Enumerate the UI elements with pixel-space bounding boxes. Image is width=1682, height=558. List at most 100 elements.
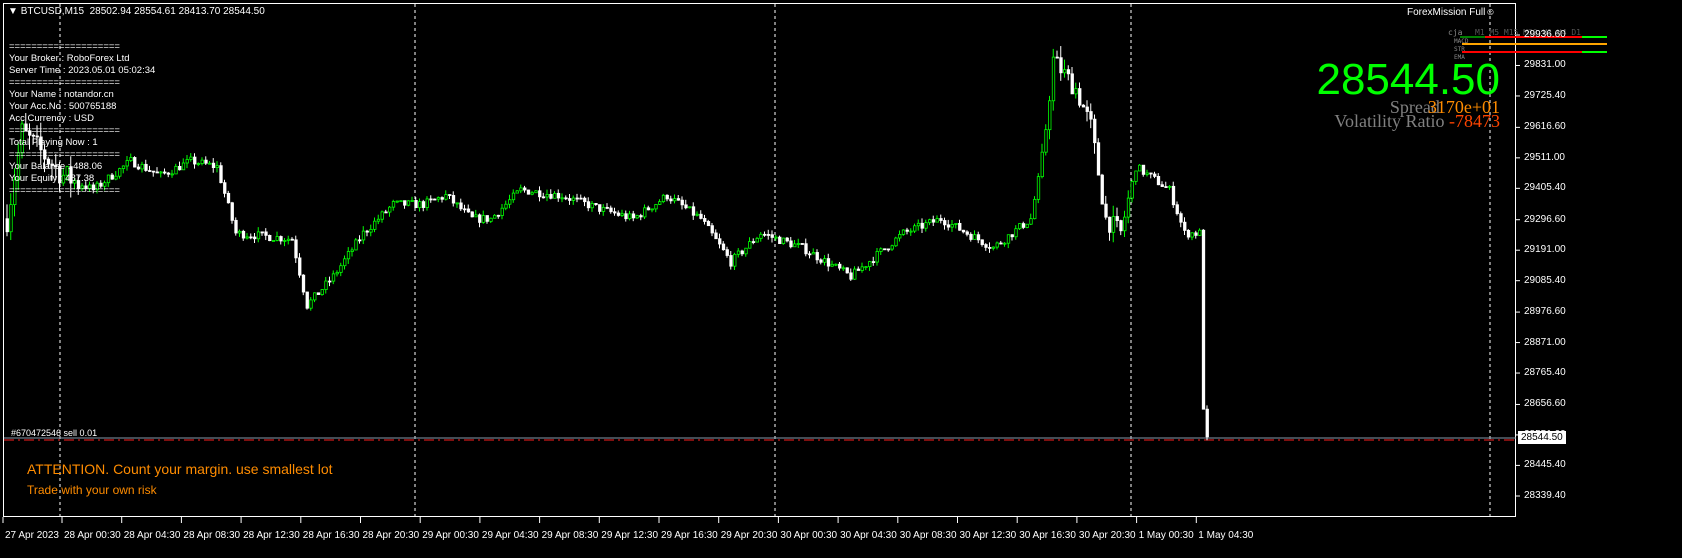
candle-body bbox=[320, 289, 324, 295]
candle-body bbox=[444, 194, 448, 200]
candle-body bbox=[605, 206, 609, 209]
price-tick: 28765.40 bbox=[1524, 367, 1566, 379]
candle-body bbox=[789, 240, 793, 248]
volatility-label: Volatility Ratio bbox=[1334, 111, 1445, 131]
candle-body bbox=[166, 172, 171, 175]
candle-body bbox=[958, 222, 962, 231]
candle-body bbox=[185, 159, 189, 164]
time-tick: 29 Apr 08:30 bbox=[541, 530, 599, 541]
chart-header[interactable]: ▼ BTCUSD,M15 28502.94 28554.61 28413.70 … bbox=[8, 6, 265, 17]
candle-body bbox=[373, 220, 377, 230]
candle-body bbox=[778, 236, 782, 245]
candle-body bbox=[733, 253, 737, 267]
candle-body bbox=[1044, 129, 1048, 153]
candle-body bbox=[699, 213, 703, 219]
candle-body bbox=[913, 225, 917, 232]
candle-body bbox=[163, 171, 167, 174]
candle-body bbox=[650, 208, 654, 211]
candle-body bbox=[935, 218, 939, 223]
time-tick: 29 Apr 12:30 bbox=[601, 530, 659, 541]
candle-body bbox=[313, 292, 317, 301]
candle-body bbox=[658, 201, 662, 205]
candle-body bbox=[628, 213, 632, 220]
candle-body bbox=[298, 257, 302, 276]
candle-body bbox=[564, 197, 568, 200]
candle-body bbox=[826, 258, 831, 267]
candle-body bbox=[264, 231, 268, 236]
price-tick: 29936.60 bbox=[1524, 29, 1566, 40]
candle-body bbox=[976, 234, 981, 241]
candle-body bbox=[451, 195, 456, 204]
candle-body bbox=[579, 197, 583, 200]
candle-body bbox=[523, 187, 527, 191]
chart-window[interactable]: ▼ BTCUSD,M15 28502.94 28554.61 28413.70 … bbox=[0, 0, 1682, 558]
candle-body bbox=[1123, 216, 1127, 232]
candle-body bbox=[811, 252, 816, 255]
candle-body bbox=[181, 162, 186, 171]
candle-body bbox=[688, 206, 692, 209]
time-tick: 29 Apr 00:30 bbox=[422, 530, 479, 541]
candle-body bbox=[575, 197, 579, 200]
candle-body bbox=[785, 237, 789, 242]
order-label[interactable]: #670472546 sell 0.01 bbox=[11, 428, 97, 438]
candle-body bbox=[388, 206, 392, 213]
candle-body bbox=[1168, 185, 1172, 188]
candle-body bbox=[200, 159, 204, 164]
candle-body bbox=[1070, 73, 1074, 95]
candle-body bbox=[1014, 228, 1018, 238]
dropdown-triangle-icon[interactable]: ▼ bbox=[8, 6, 18, 17]
account-info-line: Acc Currency : USD bbox=[9, 113, 94, 124]
risk-text: Trade with your own risk bbox=[27, 483, 157, 497]
price-tick: 29296.60 bbox=[1524, 213, 1566, 225]
candle-body bbox=[286, 238, 291, 241]
price-tick: 29085.40 bbox=[1524, 274, 1566, 286]
time-tick: 28 Apr 08:30 bbox=[183, 530, 241, 541]
candle-body bbox=[706, 221, 711, 227]
candle-body bbox=[219, 165, 223, 184]
candle-body bbox=[583, 197, 587, 203]
candle-body bbox=[725, 249, 729, 256]
time-tick: 30 Apr 04:30 bbox=[840, 530, 897, 541]
candle-body bbox=[973, 234, 977, 240]
candle-body bbox=[714, 232, 718, 240]
candle-body bbox=[211, 162, 216, 168]
candle-body bbox=[5, 218, 9, 233]
price-axis[interactable]: 29936.60 29831.00 29725.40 29616.60 29511.00… bbox=[1516, 0, 1682, 558]
price-tick: 29405.40 bbox=[1524, 182, 1566, 194]
account-info-line: ==================== bbox=[9, 41, 120, 52]
candle-body bbox=[1096, 142, 1101, 176]
candle-body bbox=[534, 190, 538, 194]
indicator-name: ForexMission Full☺ bbox=[1407, 7, 1496, 18]
candle-body bbox=[1078, 88, 1082, 106]
candle-body bbox=[470, 211, 474, 218]
time-tick: 1 May 04:30 bbox=[1198, 530, 1254, 541]
candle-body bbox=[748, 241, 752, 249]
candle-body bbox=[744, 247, 748, 255]
candle-body bbox=[358, 239, 362, 242]
candle-body bbox=[1171, 185, 1176, 206]
candle-body bbox=[871, 261, 876, 263]
candle-body bbox=[1183, 221, 1187, 231]
candle-body bbox=[560, 197, 564, 200]
candle-body bbox=[496, 214, 501, 217]
candle-body bbox=[1048, 100, 1052, 131]
candle-body bbox=[553, 192, 557, 199]
candle-body bbox=[399, 200, 403, 203]
candle-body bbox=[1164, 186, 1168, 188]
candle-body bbox=[1175, 204, 1179, 215]
candle-body bbox=[1134, 170, 1138, 182]
candle-body bbox=[485, 215, 489, 222]
candle-body bbox=[571, 197, 576, 201]
candle-body bbox=[946, 224, 951, 228]
candle-body bbox=[459, 202, 463, 210]
time-tick: 30 Apr 16:30 bbox=[1019, 530, 1076, 541]
candle-body bbox=[493, 214, 497, 219]
candle-body bbox=[515, 190, 519, 194]
candle-body bbox=[193, 156, 197, 165]
candle-body bbox=[208, 162, 212, 165]
candle-body bbox=[223, 182, 227, 194]
ohlc-values: 28502.94 28554.61 28413.70 28544.50 bbox=[89, 6, 265, 17]
candle-body bbox=[905, 229, 909, 232]
candle-body bbox=[943, 220, 947, 226]
candle-body bbox=[241, 230, 246, 239]
